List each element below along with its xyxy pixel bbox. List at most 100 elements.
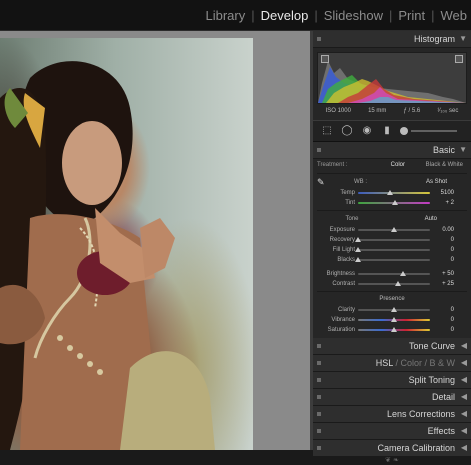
lens-corrections-header[interactable]: Lens Corrections ◀	[313, 406, 471, 423]
photo-preview	[0, 38, 253, 450]
collapse-icon: ▼	[459, 145, 467, 154]
panel-switch-icon	[317, 429, 321, 433]
fill-light-slider-track[interactable]	[355, 247, 430, 252]
image-canvas[interactable]	[0, 31, 310, 450]
detail-header[interactable]: Detail ◀	[313, 389, 471, 406]
expand-icon: ◀	[460, 375, 467, 384]
saturation-slider-track[interactable]	[358, 327, 430, 332]
tint-slider-row: Tint + 2	[317, 198, 467, 208]
vibrance-value[interactable]: 0	[430, 317, 454, 323]
tone-curve-header[interactable]: Tone Curve ◀	[313, 338, 471, 355]
split-toning-title: Split Toning	[408, 375, 455, 385]
blacks-slider-knob[interactable]	[355, 257, 361, 262]
recovery-value[interactable]: 0	[430, 237, 454, 243]
recovery-slider-knob[interactable]	[355, 237, 361, 242]
basic-header[interactable]: Basic ▼	[313, 142, 471, 159]
tint-slider-knob[interactable]	[391, 200, 398, 205]
module-print[interactable]: Print	[398, 8, 425, 23]
photo-illustration	[0, 61, 215, 450]
highlight-clipping-icon[interactable]	[455, 55, 463, 63]
module-picker-bar: Library | Develop | Slideshow | Print | Web	[0, 0, 471, 31]
blacks-value[interactable]: 0	[430, 257, 454, 263]
camera-calibration-header[interactable]: Camera Calibration ◀	[313, 440, 471, 457]
brightness-slider-row: Brightness + 50	[317, 269, 467, 279]
exposure-slider-row: Exposure 0.00	[317, 225, 467, 235]
brightness-value[interactable]: + 50	[430, 271, 454, 277]
fill-light-slider-knob[interactable]	[355, 247, 361, 252]
tool-strip: ⬚ ◯ ◉ ▮	[313, 120, 471, 142]
treatment-bw-button[interactable]: Black & White	[405, 162, 463, 168]
divider	[317, 173, 467, 174]
contrast-slider-track[interactable]	[358, 281, 430, 286]
auto-tone-button[interactable]: Auto	[387, 216, 437, 222]
iso-value: ISO 1000	[325, 108, 351, 114]
hsl-header[interactable]: HSL / Color / B & W ◀	[313, 355, 471, 372]
exposure-slider-track[interactable]	[358, 227, 430, 232]
module-develop[interactable]: Develop	[261, 8, 309, 23]
hsl-tab[interactable]: HSL	[376, 358, 393, 368]
split-toning-header[interactable]: Split Toning ◀	[313, 372, 471, 389]
adjustment-brush-slider[interactable]	[399, 125, 459, 137]
histogram-graph	[317, 52, 467, 104]
clarity-slider-knob[interactable]	[391, 307, 397, 312]
treatment-row: Treatment : Color Black & White	[317, 159, 467, 171]
vibrance-slider-track[interactable]	[358, 317, 430, 322]
eyedropper-icon[interactable]: ✎	[317, 177, 331, 188]
saturation-slider-knob[interactable]	[391, 327, 397, 332]
module-separator: |	[251, 8, 255, 23]
spot-removal-icon[interactable]: ◯	[341, 125, 353, 137]
expand-icon: ◀	[460, 358, 467, 367]
clarity-value[interactable]: 0	[430, 307, 454, 313]
module-slideshow[interactable]: Slideshow	[324, 8, 383, 23]
wb-select[interactable]: As Shot	[367, 179, 447, 185]
clarity-slider-row: Clarity 0	[317, 305, 467, 315]
temp-slider-knob[interactable]	[387, 190, 394, 195]
crop-overlay-icon[interactable]: ⬚	[321, 125, 333, 137]
tone-curve-title: Tone Curve	[408, 341, 455, 351]
brightness-slider-knob[interactable]	[399, 271, 406, 276]
effects-title: Effects	[427, 426, 455, 436]
module-picker: Library | Develop | Slideshow | Print | Web	[205, 8, 467, 23]
module-separator: |	[431, 8, 435, 23]
right-panel: Histogram ▼ ISO 1000 15 mm ƒ / 5.6 ¹⁄₁₀₀…	[313, 31, 471, 464]
temp-value[interactable]: 5100	[430, 190, 454, 196]
contrast-slider-knob[interactable]	[395, 281, 402, 286]
module-separator: |	[314, 8, 318, 23]
treatment-color-button[interactable]: Color	[365, 162, 405, 168]
tint-value[interactable]: + 2	[430, 200, 454, 206]
module-library[interactable]: Library	[205, 8, 245, 23]
bw-tab[interactable]: B & W	[429, 358, 455, 368]
temp-label: Temp	[340, 190, 355, 196]
saturation-value[interactable]: 0	[430, 327, 454, 333]
tone-row: Tone Auto	[317, 213, 467, 225]
brightness-slider-track[interactable]	[358, 271, 430, 276]
color-tab[interactable]: Color	[400, 358, 422, 368]
panel-switch-icon	[317, 378, 321, 382]
red-eye-icon[interactable]: ◉	[361, 125, 373, 137]
histogram-header[interactable]: Histogram ▼	[313, 31, 471, 48]
panel-switch-icon	[317, 412, 321, 416]
blacks-slider-track[interactable]	[355, 257, 430, 262]
vibrance-slider-knob[interactable]	[391, 317, 397, 322]
module-web[interactable]: Web	[441, 8, 468, 23]
recovery-slider-track[interactable]	[355, 237, 430, 242]
basic-title: Basic	[432, 145, 455, 155]
contrast-value[interactable]: + 25	[430, 281, 454, 287]
clarity-slider-track[interactable]	[358, 307, 430, 312]
fill-light-label: Fill Light	[332, 247, 355, 253]
exposure-value[interactable]: 0.00	[430, 227, 454, 233]
basic-panel: Treatment : Color Black & White ✎ WB : A…	[313, 159, 471, 338]
presence-label: Presence	[379, 296, 405, 302]
tint-slider-track[interactable]	[358, 200, 430, 205]
panel-switch-icon	[317, 446, 321, 450]
expand-icon: ◀	[460, 392, 467, 401]
exif-info: ISO 1000 15 mm ƒ / 5.6 ¹⁄₁₀₀ sec	[317, 105, 467, 117]
effects-header[interactable]: Effects ◀	[313, 423, 471, 440]
panel-switch-icon	[317, 148, 321, 152]
shadow-clipping-icon[interactable]	[321, 55, 329, 63]
graduated-filter-icon[interactable]: ▮	[381, 125, 393, 137]
temp-slider-track[interactable]	[358, 190, 430, 195]
fill-light-value[interactable]: 0	[430, 247, 454, 253]
exposure-slider-knob[interactable]	[391, 227, 397, 232]
vibrance-label: Vibrance	[331, 317, 355, 323]
